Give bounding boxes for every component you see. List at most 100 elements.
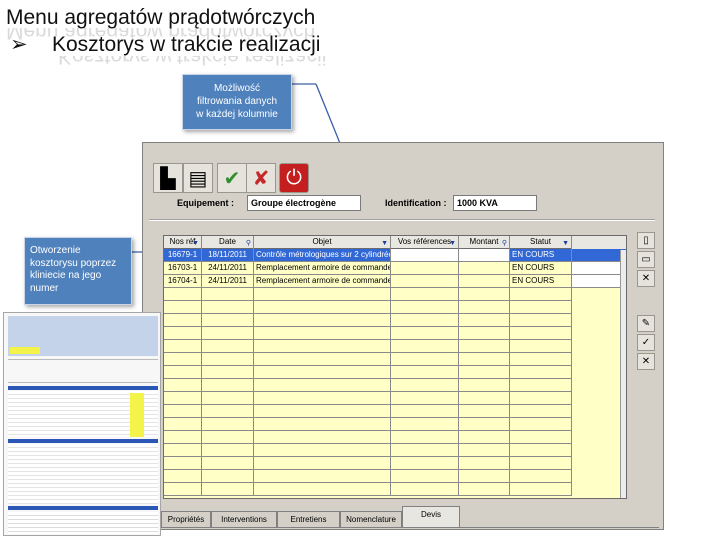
tab-devis[interactable]: Devis	[402, 506, 460, 527]
column-header-ref[interactable]: Nos réf ▼	[164, 236, 202, 249]
empty-cell	[391, 418, 459, 431]
empty-cell	[459, 405, 510, 418]
cell-vos-references[interactable]	[391, 275, 459, 288]
empty-cell	[164, 470, 202, 483]
document-icon[interactable]: ▭	[637, 251, 655, 268]
cell-vos-references[interactable]	[391, 262, 459, 275]
export-icon[interactable]: ▯	[637, 232, 655, 249]
power-icon[interactable]: ⏻	[279, 163, 309, 193]
cell-objet: Remplacement armoire de commande pa	[254, 275, 391, 288]
table-row[interactable]: 16679-1 18/11/2011 Contrôle métrologique…	[164, 249, 626, 262]
empty-cell	[202, 483, 254, 496]
column-header-montant[interactable]: Montant ⚲	[459, 236, 510, 249]
empty-cell	[202, 366, 254, 379]
empty-cell	[510, 470, 572, 483]
cell-empty	[572, 275, 626, 288]
empty-cell	[459, 392, 510, 405]
empty-cell	[164, 431, 202, 444]
empty-table-row	[164, 444, 626, 457]
table-row[interactable]: 16703-1 24/11/2011 Remplacement armoire …	[164, 262, 626, 275]
empty-cell	[202, 327, 254, 340]
empty-table-row	[164, 327, 626, 340]
empty-cell	[164, 392, 202, 405]
identification-field[interactable]: 1000 KVA	[453, 195, 537, 211]
thumbnail-blue-bar	[8, 386, 158, 390]
empty-cell	[459, 483, 510, 496]
column-header-date[interactable]: Date ⚲	[202, 236, 254, 249]
equipement-label: Equipement :	[177, 198, 235, 208]
application-window: ▙ ▤ ✔ ✘ ⏻ Equipement : Groupe électrogèn…	[142, 142, 664, 530]
tab-proprietes[interactable]: Propriétés	[161, 511, 211, 527]
empty-cell	[510, 288, 572, 301]
empty-cell	[202, 405, 254, 418]
column-header-vos-references[interactable]: Vos références ▼	[391, 236, 459, 249]
empty-cell	[254, 444, 391, 457]
empty-cell	[391, 470, 459, 483]
cell-empty	[572, 262, 626, 275]
empty-cell	[164, 288, 202, 301]
cell-montant	[459, 275, 510, 288]
empty-cell	[254, 405, 391, 418]
cell-objet: Contrôle métrologiques sur 2 cylindrées	[254, 249, 391, 262]
close-icon[interactable]: ✘	[246, 163, 276, 193]
empty-cell	[202, 340, 254, 353]
empty-cell	[391, 405, 459, 418]
cancel-icon[interactable]: ✕	[637, 353, 655, 370]
slide-bullet-text: Kosztorys w trakcie realizacji	[52, 33, 321, 56]
empty-cell	[510, 457, 572, 470]
edit-icon[interactable]: ✎	[637, 315, 655, 332]
empty-cell	[391, 314, 459, 327]
cell-ref[interactable]: 16679-1	[164, 249, 202, 262]
empty-cell	[459, 340, 510, 353]
vertical-scrollbar[interactable]	[620, 250, 626, 498]
cell-ref[interactable]: 16704-1	[164, 275, 202, 288]
estimates-grid: Nos réf ▼ Date ⚲ Objet ▼ Vos références ▼ Mo…	[163, 235, 627, 499]
cell-empty	[572, 249, 626, 262]
cell-statut: EN COURS	[510, 249, 572, 262]
table-row[interactable]: 16704-1 24/11/2011 Remplacement armoire …	[164, 275, 626, 288]
column-header-objet[interactable]: Objet ▼	[254, 236, 391, 249]
thumbnail-highlight	[10, 347, 40, 354]
cell-vos-references[interactable]	[391, 249, 459, 262]
separator	[149, 219, 655, 221]
slide-bullet: ➢ Kosztorys w trakcie realizacji	[10, 33, 320, 57]
empty-cell	[254, 431, 391, 444]
empty-cell	[202, 392, 254, 405]
empty-cell	[164, 327, 202, 340]
equipement-field[interactable]: Groupe électrogène	[247, 195, 361, 211]
checkmark-icon[interactable]: ✓	[637, 334, 655, 351]
empty-cell	[202, 470, 254, 483]
empty-table-row	[164, 314, 626, 327]
empty-cell	[391, 431, 459, 444]
empty-cell	[510, 301, 572, 314]
empty-cell	[391, 457, 459, 470]
checkmark-icon[interactable]: ✔	[217, 163, 247, 193]
empty-cell	[459, 379, 510, 392]
empty-cell	[459, 457, 510, 470]
delete-icon[interactable]: ✕	[637, 270, 655, 287]
empty-cell	[202, 314, 254, 327]
tab-nomenclature[interactable]: Nomenclature	[340, 511, 402, 527]
thumbnail-table	[8, 444, 158, 504]
empty-cell	[202, 418, 254, 431]
cell-date: 24/11/2011	[202, 275, 254, 288]
cell-objet: Remplacement armoire de commande pa	[254, 262, 391, 275]
document-icon[interactable]: ▙	[153, 163, 183, 193]
empty-cell	[510, 483, 572, 496]
column-header-statut[interactable]: Statut ▼	[510, 236, 572, 249]
thumbnail-highlight-column	[130, 393, 144, 437]
empty-cell	[254, 340, 391, 353]
thumbnail-text-block	[8, 359, 158, 383]
empty-cell	[459, 366, 510, 379]
cell-ref[interactable]: 16703-1	[164, 262, 202, 275]
empty-table-row	[164, 470, 626, 483]
tab-interventions[interactable]: Interventions	[211, 511, 277, 527]
cell-montant	[459, 262, 510, 275]
tab-entretiens[interactable]: Entretiens	[277, 511, 340, 527]
empty-cell	[459, 288, 510, 301]
empty-cell	[164, 301, 202, 314]
empty-cell	[254, 314, 391, 327]
empty-table-row	[164, 418, 626, 431]
document-copy-icon[interactable]: ▤	[183, 163, 213, 193]
empty-table-row	[164, 392, 626, 405]
